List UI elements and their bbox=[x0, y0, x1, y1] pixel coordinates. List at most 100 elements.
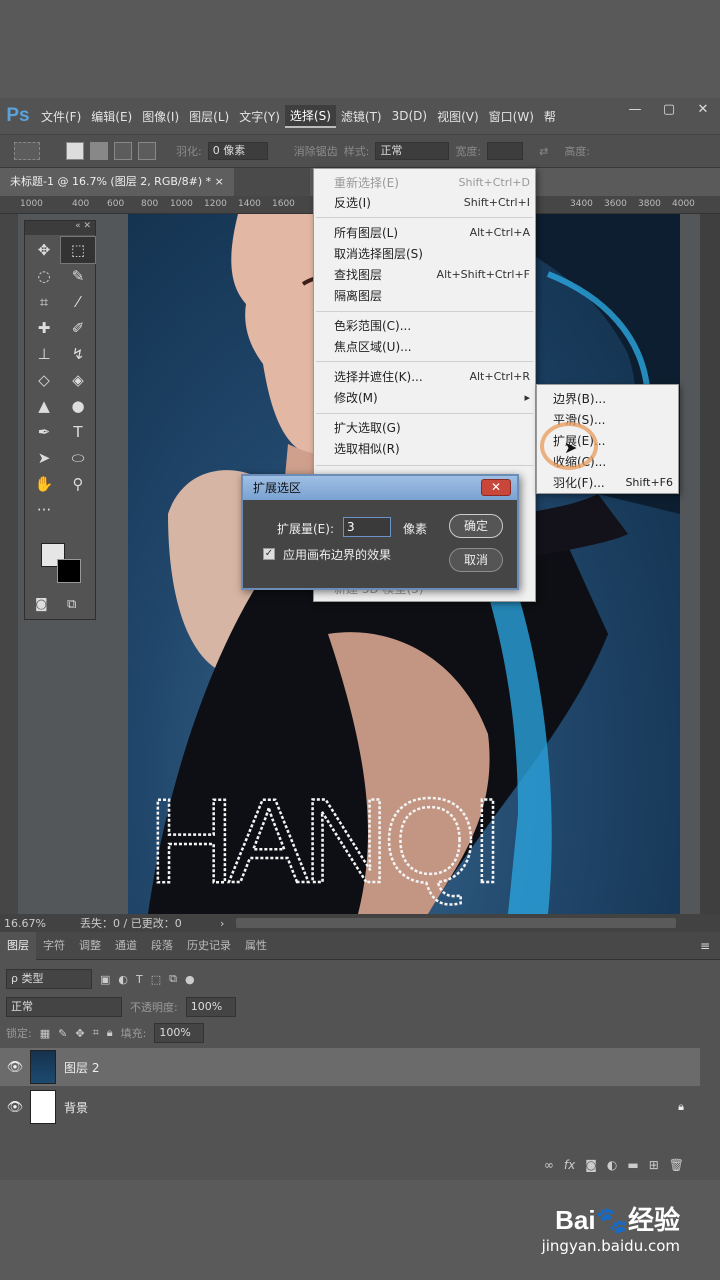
pen-tool-icon[interactable]: ✒ bbox=[27, 419, 61, 445]
healing-tool-icon[interactable]: ✚ bbox=[27, 315, 61, 341]
intersect-selection-icon[interactable] bbox=[138, 142, 156, 160]
new-layer-icon[interactable]: ⊞ bbox=[649, 1158, 659, 1172]
menu-filter[interactable]: 滤镜(T) bbox=[336, 106, 387, 127]
screen-mode-icon[interactable]: ⧉ bbox=[67, 597, 76, 612]
tab-layers[interactable]: 图层 bbox=[0, 931, 36, 960]
filter-shape-icon[interactable]: ⬚ bbox=[151, 973, 161, 986]
dialog-close-icon[interactable]: ✕ bbox=[481, 479, 511, 496]
fill-input[interactable]: 100% bbox=[154, 1023, 205, 1043]
ellipse-tool-icon[interactable]: ⬭ bbox=[61, 445, 95, 471]
move-tool-icon[interactable]: ✥ bbox=[27, 237, 61, 263]
path-select-tool-icon[interactable]: ➤ bbox=[27, 445, 61, 471]
layer-row-background[interactable]: 👁︎ 背景 🔒︎ bbox=[0, 1088, 700, 1126]
subtract-selection-icon[interactable] bbox=[114, 142, 132, 160]
menu-modify[interactable]: 修改(M) ▸ bbox=[334, 388, 530, 408]
zoom-tool-icon[interactable]: ⚲ bbox=[61, 471, 95, 497]
blend-mode-select[interactable]: 正常 bbox=[6, 997, 122, 1017]
quick-mask-icon[interactable]: ◙ bbox=[35, 597, 48, 612]
menu-window[interactable]: 窗口(W) bbox=[484, 106, 539, 127]
new-selection-icon[interactable] bbox=[66, 142, 84, 160]
crop-tool-icon[interactable]: ⌗ bbox=[27, 289, 61, 315]
link-icon[interactable]: ∞ bbox=[544, 1158, 554, 1172]
menu-help[interactable]: 帮 bbox=[539, 106, 561, 127]
feather-input[interactable]: 0 像素 bbox=[207, 142, 268, 160]
hand-tool-icon[interactable]: ✋ bbox=[27, 471, 61, 497]
bucket-tool-icon[interactable]: ◈ bbox=[61, 367, 95, 393]
lock-artboard-icon[interactable]: ⌗ bbox=[93, 1026, 99, 1040]
filter-type-icon[interactable]: T bbox=[136, 973, 143, 986]
layer-name[interactable]: 图层 2 bbox=[64, 1059, 99, 1076]
ok-button[interactable]: 确定 bbox=[449, 514, 503, 538]
add-selection-icon[interactable] bbox=[90, 142, 108, 160]
filter-smart-icon[interactable]: ⧉ bbox=[169, 972, 177, 986]
menu-select[interactable]: 选择(S) bbox=[284, 104, 336, 128]
swap-icon[interactable]: ⇄ bbox=[539, 145, 548, 158]
menu-image[interactable]: 图像(I) bbox=[137, 106, 184, 127]
zoom-level[interactable]: 16.67% bbox=[0, 917, 60, 930]
mask-icon[interactable]: ◙ bbox=[585, 1158, 597, 1172]
canvas-bounds-label[interactable]: 应用画布边界的效果 bbox=[283, 546, 391, 563]
tab-channels[interactable]: 通道 bbox=[108, 932, 144, 960]
menu-color-range[interactable]: 色彩范围(C)... bbox=[334, 316, 530, 336]
background-color-swatch[interactable] bbox=[57, 559, 81, 583]
dodge-tool-icon[interactable]: ● bbox=[61, 393, 95, 419]
menu-select-and-mask[interactable]: 选择并遮住(K)... Alt+Ctrl+R bbox=[334, 367, 530, 387]
menu-similar[interactable]: 选取相似(R) bbox=[334, 439, 530, 459]
panel-menu-icon[interactable]: ≡ bbox=[700, 939, 710, 953]
menu-isolate-layers[interactable]: 隔离图层 bbox=[334, 286, 530, 306]
menu-find-layers[interactable]: 查找图层 Alt+Shift+Ctrl+F bbox=[334, 265, 530, 285]
marquee-tool-icon[interactable]: ⬚ bbox=[60, 236, 96, 264]
tab-history[interactable]: 历史记录 bbox=[180, 932, 238, 960]
cancel-button[interactable]: 取消 bbox=[449, 548, 503, 572]
brush-tool-icon[interactable]: ✐ bbox=[61, 315, 95, 341]
layer-name[interactable]: 背景 bbox=[64, 1099, 88, 1116]
eraser-tool-icon[interactable]: ◇ bbox=[27, 367, 61, 393]
filter-adjustment-icon[interactable]: ◐ bbox=[118, 973, 128, 986]
maximize-icon[interactable]: ▢ bbox=[652, 98, 686, 122]
filter-type-select[interactable]: ρ 类型 bbox=[6, 969, 92, 989]
menu-grow[interactable]: 扩大选取(G) bbox=[334, 418, 530, 438]
close-tab-icon[interactable]: × bbox=[215, 175, 224, 188]
lock-all-icon[interactable]: 🔒︎ bbox=[107, 1026, 113, 1040]
tools-panel-header[interactable]: « ✕ bbox=[25, 221, 95, 235]
history-brush-icon[interactable]: ↯ bbox=[61, 341, 95, 367]
tab-paragraph[interactable]: 段落 bbox=[144, 932, 180, 960]
adjustment-icon[interactable]: ◐ bbox=[607, 1158, 617, 1172]
menu-focus-area[interactable]: 焦点区域(U)... bbox=[334, 337, 530, 357]
visibility-eye-icon[interactable]: 👁︎ bbox=[0, 1100, 30, 1115]
lasso-tool-icon[interactable]: ◌ bbox=[27, 263, 61, 289]
menu-edit[interactable]: 编辑(E) bbox=[86, 106, 137, 127]
minimize-icon[interactable]: — bbox=[618, 98, 652, 122]
status-arrow-icon[interactable]: › bbox=[220, 917, 224, 930]
lock-brush-icon[interactable]: ✎ bbox=[58, 1027, 67, 1040]
tab-properties[interactable]: 属性 bbox=[238, 932, 274, 960]
close-icon[interactable]: ✕ bbox=[686, 98, 720, 122]
opacity-input[interactable]: 100% bbox=[185, 997, 236, 1017]
tab-adjustments[interactable]: 调整 bbox=[72, 932, 108, 960]
blur-tool-icon[interactable]: ▲ bbox=[27, 393, 61, 419]
menu-all-layers[interactable]: 所有图层(L) Alt+Ctrl+A bbox=[334, 223, 530, 243]
folder-icon[interactable]: ▬ bbox=[627, 1158, 638, 1172]
menu-inverse[interactable]: 反选(I) Shift+Ctrl+I bbox=[334, 193, 530, 213]
menu-layer[interactable]: 图层(L) bbox=[184, 106, 234, 127]
menu-reselect[interactable]: 重新选择(E) Shift+Ctrl+D bbox=[334, 173, 530, 193]
filter-pixel-icon[interactable]: ▣ bbox=[100, 973, 110, 986]
trash-icon[interactable]: 🗑︎ bbox=[669, 1158, 684, 1172]
submenu-border[interactable]: 边界(B)... bbox=[553, 389, 673, 409]
expand-amount-input[interactable]: 3 bbox=[343, 517, 391, 537]
canvas-bounds-checkbox[interactable]: ✓ bbox=[263, 548, 275, 560]
menu-3d[interactable]: 3D(D) bbox=[387, 107, 432, 125]
more-tools-icon[interactable]: ··· bbox=[27, 497, 61, 523]
quick-select-tool-icon[interactable]: ✎ bbox=[61, 263, 95, 289]
stamp-tool-icon[interactable]: ⊥ bbox=[27, 341, 61, 367]
horizontal-scrollbar[interactable] bbox=[236, 918, 677, 928]
vertical-scrollbar[interactable] bbox=[700, 214, 720, 914]
document-tab[interactable]: 未标题-1 @ 16.7% (图层 2, RGB/8#) * × bbox=[0, 168, 234, 196]
submenu-feather[interactable]: 羽化(F)... Shift+F6 bbox=[553, 473, 673, 493]
lock-pixels-icon[interactable]: ▦ bbox=[40, 1027, 50, 1040]
menu-type[interactable]: 文字(Y) bbox=[234, 106, 285, 127]
lock-position-icon[interactable]: ✥ bbox=[75, 1027, 84, 1040]
menu-file[interactable]: 文件(F) bbox=[36, 106, 86, 127]
width-input[interactable] bbox=[487, 142, 524, 160]
menu-view[interactable]: 视图(V) bbox=[432, 106, 484, 127]
